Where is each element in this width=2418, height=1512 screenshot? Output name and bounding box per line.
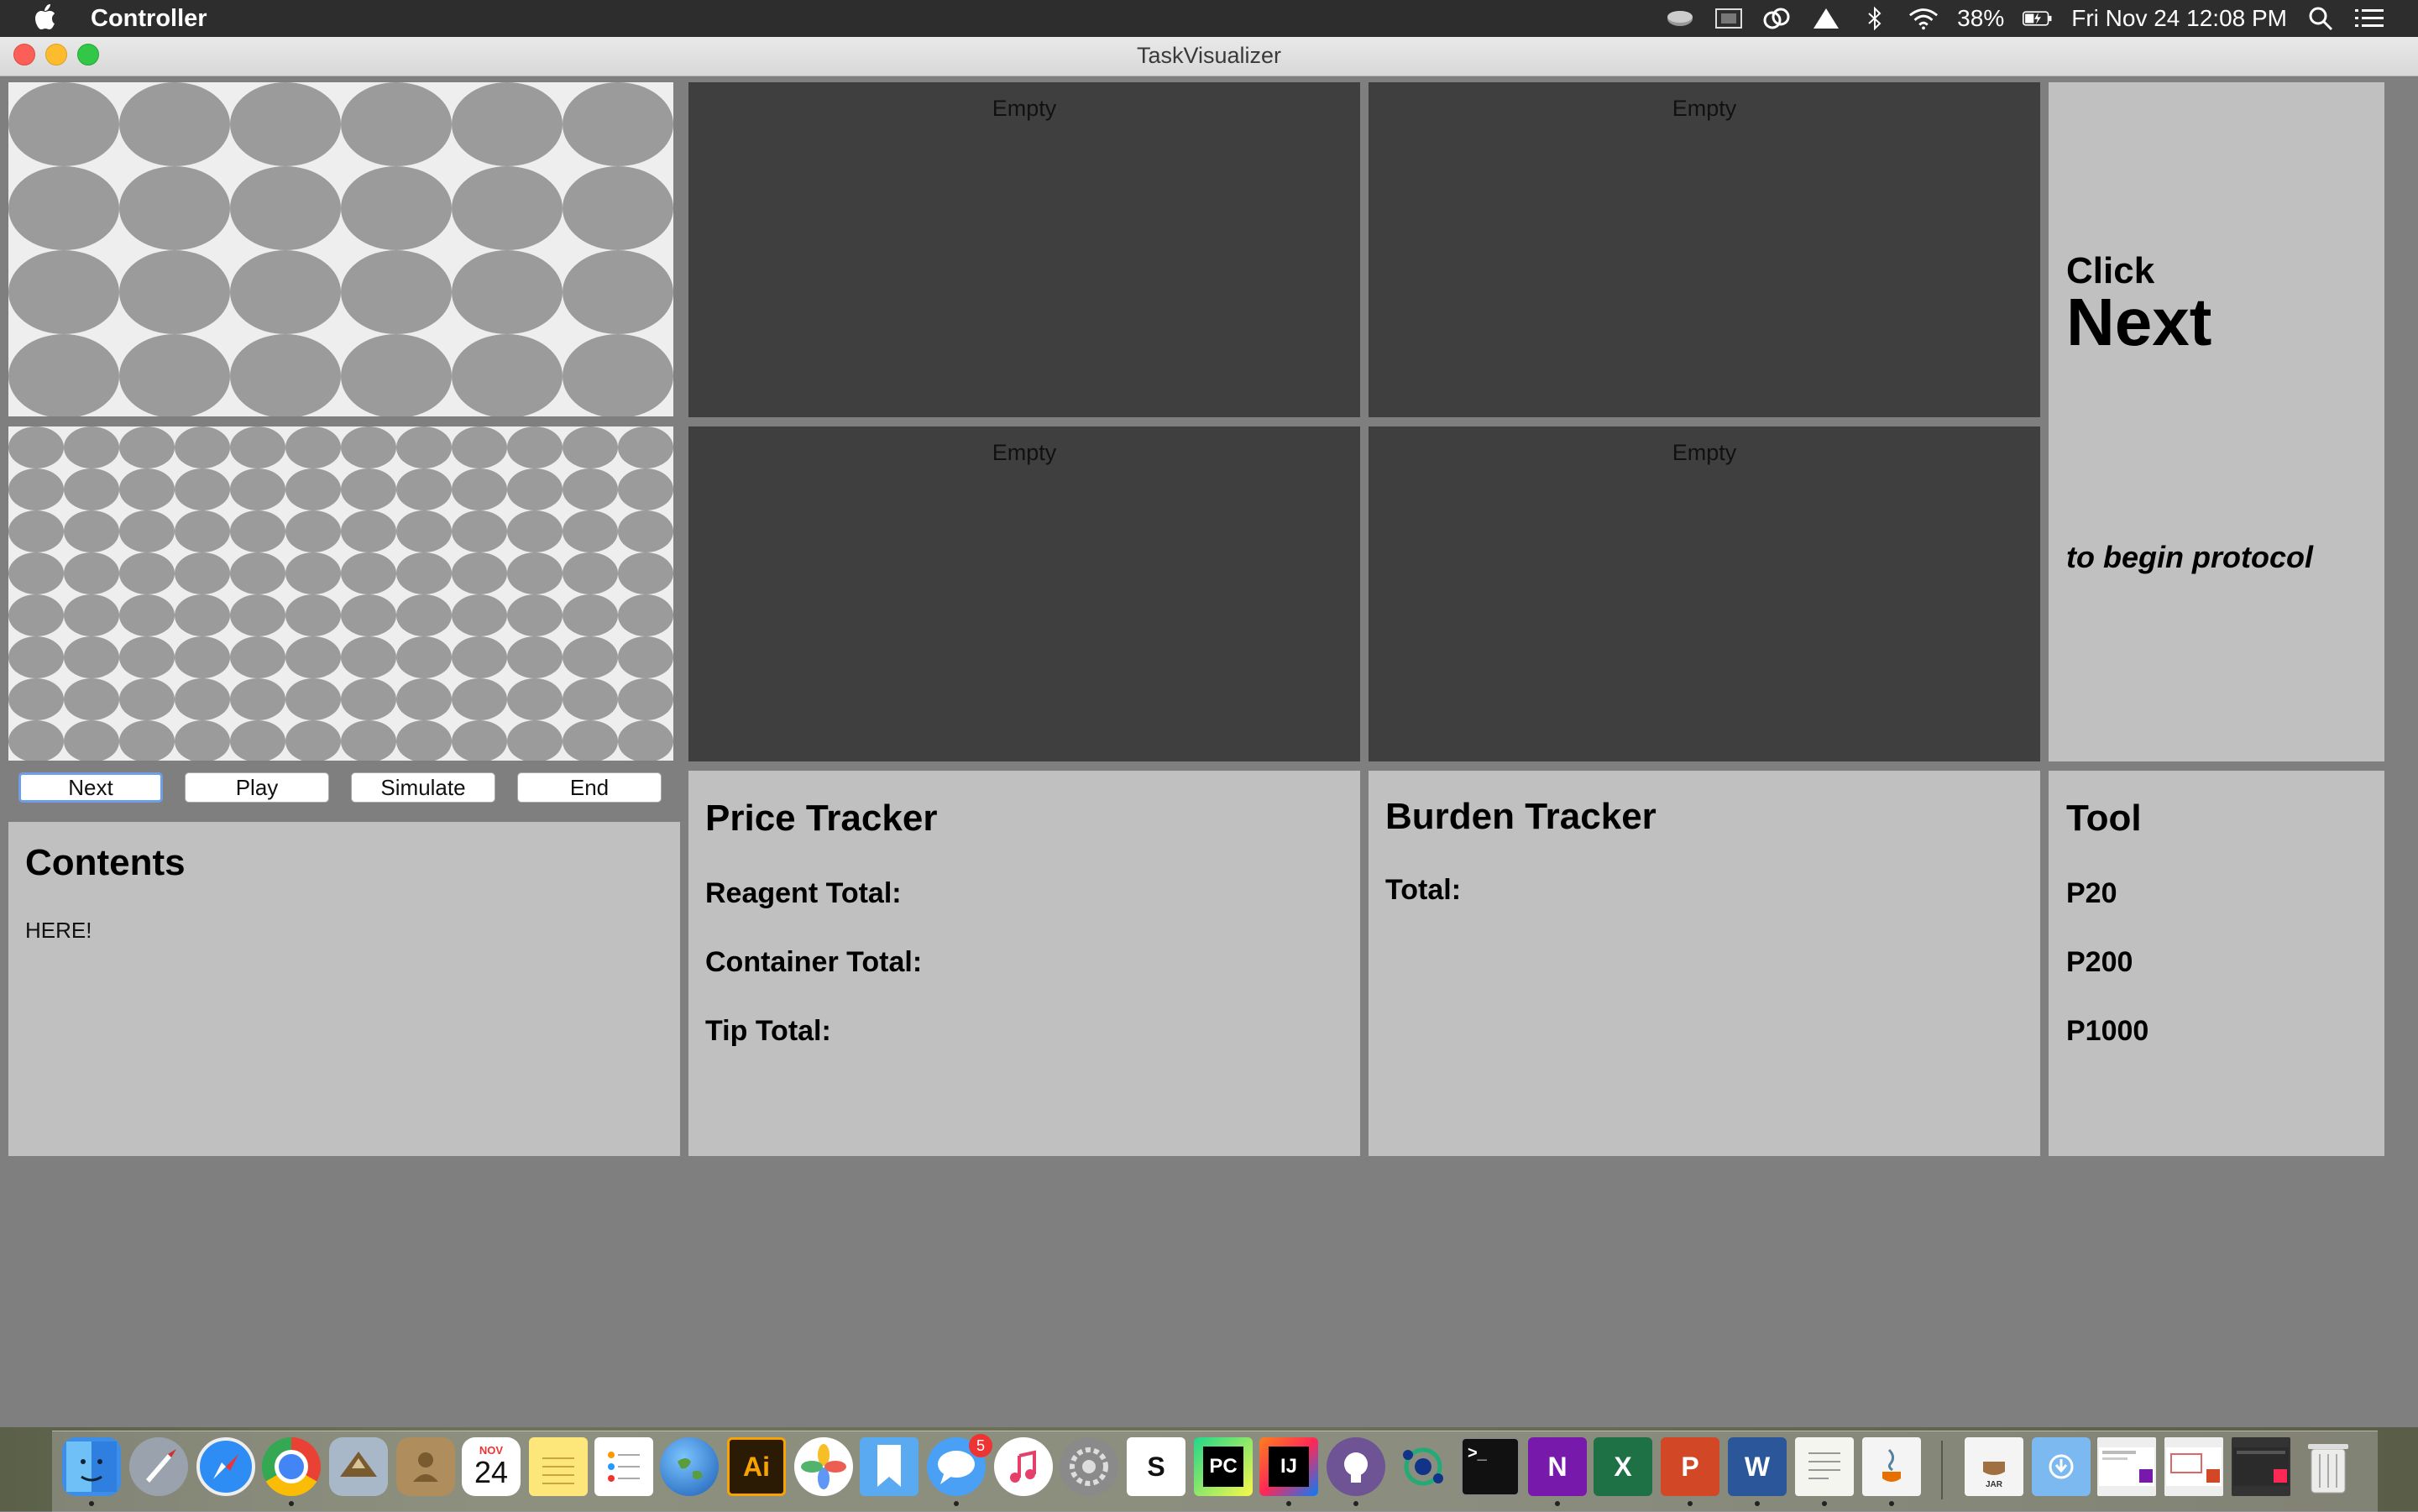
running-indicator [1755, 1501, 1760, 1506]
tool-item-p1000[interactable]: P1000 [2066, 1015, 2148, 1048]
contacts-icon[interactable] [396, 1437, 455, 1496]
running-indicator [954, 1501, 959, 1506]
tool-title: Tool [2066, 798, 2142, 839]
downloads-folder-icon[interactable] [2032, 1437, 2091, 1496]
instruction-next: Next [2066, 285, 2212, 359]
play-button[interactable]: Play [185, 772, 329, 803]
launchpad-icon[interactable] [129, 1437, 188, 1496]
empty-label: Empty [1672, 96, 1737, 121]
battery-percent: 38% [1957, 5, 2005, 31]
window-content: Empty Empty Empty Empty Click Next to be… [0, 76, 2418, 1427]
running-indicator [1889, 1501, 1894, 1506]
price-tracker-title: Price Tracker [705, 798, 938, 839]
running-indicator [89, 1501, 94, 1506]
wifi-icon[interactable] [1908, 6, 1939, 31]
onenote-icon[interactable]: N [1528, 1437, 1587, 1496]
calendar-icon[interactable]: NOV 24 [462, 1437, 521, 1496]
bookmarks-icon[interactable] [860, 1437, 919, 1496]
empty-label: Empty [1672, 440, 1737, 465]
price-tracker-panel: Price Tracker Reagent Total: Container T… [688, 771, 1360, 1156]
well-plate-96[interactable] [8, 426, 673, 761]
photos-icon[interactable] [794, 1437, 853, 1496]
powerpoint-icon[interactable]: P [1661, 1437, 1719, 1496]
dock-separator [1941, 1441, 1943, 1499]
intellij-icon[interactable]: IJ [1259, 1437, 1318, 1496]
running-indicator [1353, 1501, 1358, 1506]
trash-icon[interactable] [2299, 1437, 2358, 1496]
creative-cloud-icon[interactable] [1762, 6, 1793, 31]
camera-panel-3: Empty [688, 426, 1360, 761]
running-indicator [289, 1501, 294, 1506]
powerpoint-window-icon[interactable] [2164, 1437, 2223, 1496]
tip-total-label: Tip Total: [705, 1015, 831, 1047]
chrome-icon[interactable] [262, 1437, 321, 1496]
well-plate-24[interactable] [8, 82, 673, 416]
github-icon[interactable] [1327, 1437, 1385, 1496]
camera-panel-4: Empty [1369, 426, 2040, 761]
scrivener-icon[interactable]: S [1127, 1437, 1185, 1496]
empty-label: Empty [992, 440, 1057, 465]
tool-panel: Tool P20 P200 P1000 [2049, 771, 2384, 1156]
running-indicator [1286, 1501, 1291, 1506]
globe-icon[interactable] [660, 1437, 719, 1496]
bluetooth-icon[interactable] [1860, 6, 1890, 31]
illustrator-icon[interactable]: Ai [727, 1437, 786, 1496]
excel-icon[interactable]: X [1594, 1437, 1652, 1496]
textedit-icon[interactable] [1795, 1437, 1854, 1496]
reminders-icon[interactable] [594, 1437, 653, 1496]
end-button[interactable]: End [517, 772, 662, 803]
battery-icon[interactable] [2023, 6, 2053, 31]
apple-menu-icon[interactable] [32, 3, 57, 32]
notification-center-icon[interactable] [2354, 6, 2384, 31]
notes-icon[interactable] [529, 1437, 588, 1496]
screen-mirror-icon[interactable] [1714, 6, 1744, 31]
contents-panel: Contents HERE! [8, 822, 680, 1156]
camera-panel-2: Empty [1369, 82, 2040, 417]
contents-title: Contents [25, 842, 186, 883]
instruction-panel: Click Next to begin protocol [2049, 82, 2384, 761]
instruction-subtitle: to begin protocol [2066, 540, 2313, 574]
tool-item-p200[interactable]: P200 [2066, 946, 2133, 979]
app-name-menu[interactable]: Controller [91, 5, 207, 33]
messages-badge: 5 [969, 1434, 992, 1457]
safari-icon[interactable] [196, 1437, 255, 1496]
word-icon[interactable]: W [1728, 1437, 1787, 1496]
reagent-total-label: Reagent Total: [705, 877, 902, 909]
jar-file-icon[interactable]: JAR [1965, 1437, 2023, 1496]
simulate-button[interactable]: Simulate [351, 772, 495, 803]
spotlight-search-icon[interactable] [2305, 6, 2336, 31]
burden-tracker-panel: Burden Tracker Total: [1369, 771, 2040, 1156]
camera-panel-1: Empty [688, 82, 1360, 417]
onenote-window-icon[interactable] [2097, 1437, 2156, 1496]
tool-item-p20[interactable]: P20 [2066, 877, 2117, 910]
running-indicator [1822, 1501, 1827, 1506]
burden-total-label: Total: [1385, 874, 1462, 906]
itunes-icon[interactable] [994, 1437, 1053, 1496]
calendar-day: 24 [474, 1455, 509, 1489]
next-button[interactable]: Next [18, 772, 163, 803]
finder-icon[interactable] [62, 1437, 121, 1496]
mail-icon[interactable] [329, 1437, 388, 1496]
drive-icon[interactable] [1665, 6, 1695, 31]
empty-label: Empty [992, 96, 1057, 121]
running-indicator [1555, 1501, 1560, 1506]
running-indicator [1688, 1501, 1693, 1506]
menu-clock[interactable]: Fri Nov 24 12:08 PM [2071, 5, 2287, 32]
system-preferences-icon[interactable] [1060, 1437, 1118, 1496]
svg-text:JAR: JAR [1986, 1480, 2003, 1489]
window-title: TaskVisualizer [1136, 43, 1282, 68]
java-icon[interactable] [1862, 1437, 1921, 1496]
network-icon[interactable] [1394, 1437, 1452, 1496]
intellij-window-icon[interactable] [2232, 1437, 2290, 1496]
google-drive-icon[interactable] [1811, 6, 1841, 31]
pycharm-icon[interactable]: PC [1194, 1437, 1253, 1496]
container-total-label: Container Total: [705, 946, 923, 978]
terminal-icon[interactable]: >_ [1461, 1437, 1520, 1496]
contents-body: HERE! [25, 918, 92, 943]
burden-tracker-title: Burden Tracker [1385, 796, 1656, 837]
menu-bar: Controller 38% Fri Nov 24 12:08 PM [0, 0, 2418, 37]
